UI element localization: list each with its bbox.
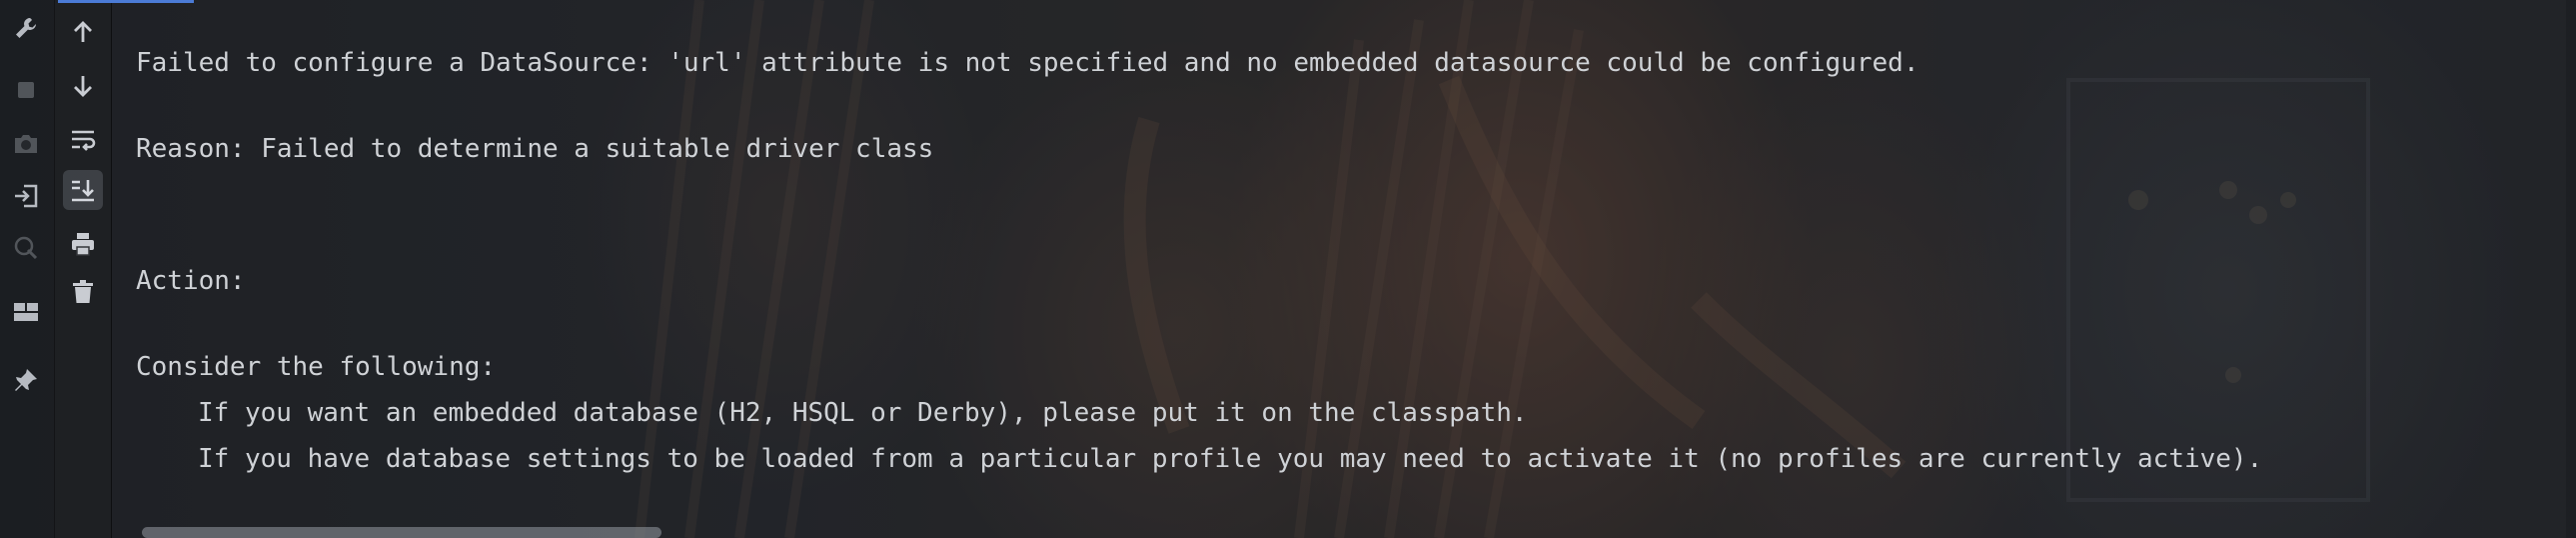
login-icon[interactable] — [6, 176, 46, 216]
console-line: If you want an embedded database (H2, HS… — [198, 398, 1528, 428]
horizontal-scrollbar[interactable] — [142, 527, 661, 538]
active-tab-indicator — [58, 0, 194, 3]
console-line: Reason: Failed to determine a suitable d… — [136, 134, 934, 164]
camera-icon[interactable] — [6, 124, 46, 164]
right-edge — [2566, 0, 2576, 538]
run-console-panel: Failed to configure a DataSource: 'url' … — [0, 0, 2576, 538]
soft-wrap-icon[interactable] — [63, 120, 103, 160]
down-arrow-icon[interactable] — [63, 66, 103, 106]
debug-attach-icon[interactable] — [6, 228, 46, 268]
wrench-icon[interactable] — [6, 8, 46, 48]
layout-icon[interactable] — [6, 292, 46, 332]
console-line: If you have database settings to be load… — [198, 444, 2263, 474]
scroll-to-end-icon[interactable] — [63, 170, 103, 210]
console-line: Action: — [136, 266, 246, 296]
console-output[interactable]: Failed to configure a DataSource: 'url' … — [136, 40, 2514, 474]
trash-icon[interactable] — [63, 272, 103, 312]
stop-icon[interactable] — [6, 70, 46, 110]
console-line: Failed to configure a DataSource: 'url' … — [136, 48, 1920, 78]
pin-icon[interactable] — [6, 360, 46, 400]
print-icon[interactable] — [63, 224, 103, 264]
up-arrow-icon[interactable] — [63, 12, 103, 52]
console-line: Consider the following: — [136, 352, 497, 382]
